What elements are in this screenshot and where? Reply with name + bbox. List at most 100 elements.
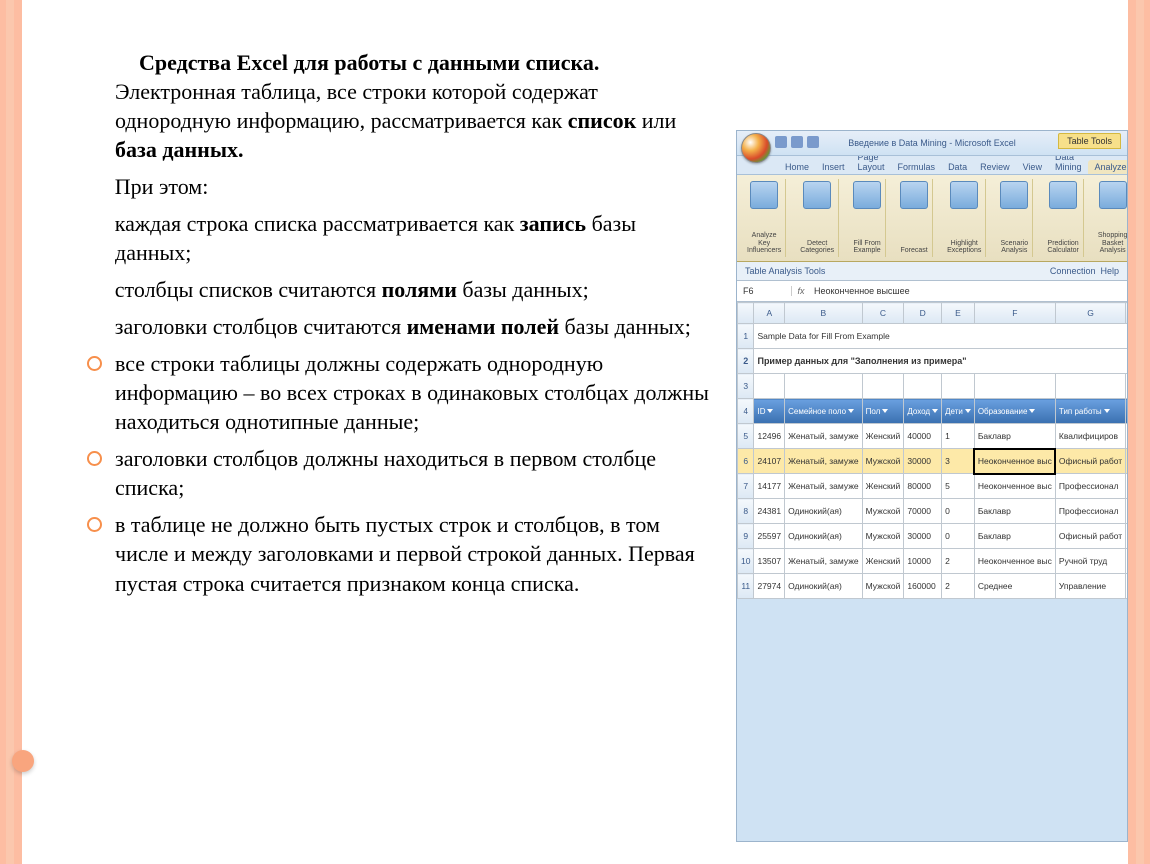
col-header[interactable]: E — [942, 303, 975, 324]
cell[interactable]: 13507 — [754, 549, 785, 574]
table-header-cell[interactable]: Тип работы — [1055, 399, 1125, 424]
col-header[interactable]: F — [974, 303, 1055, 324]
cell[interactable]: Мужской — [862, 449, 904, 474]
cell[interactable]: Мужской — [862, 574, 904, 599]
table-header-cell[interactable]: ID — [754, 399, 785, 424]
cell[interactable]: 10000 — [904, 549, 942, 574]
cell[interactable]: 80000 — [904, 474, 942, 499]
ribbon-tab-home[interactable]: Home — [779, 160, 815, 174]
ribbon-icon[interactable] — [1000, 181, 1028, 209]
cell[interactable]: 24381 — [754, 499, 785, 524]
cell[interactable]: Баклавр — [974, 424, 1055, 449]
subbar-connection[interactable]: Connection — [1050, 266, 1096, 276]
cell[interactable]: Да — [1126, 499, 1128, 524]
ribbon-group[interactable]: Analyze Key Influencers — [743, 179, 786, 257]
ribbon-group[interactable]: Fill From Example — [849, 179, 886, 257]
table-header-cell[interactable]: Доход — [904, 399, 942, 424]
cell[interactable]: Да — [1126, 449, 1128, 474]
sheet-title-1[interactable]: Sample Data for Fill From Example — [754, 324, 1128, 349]
quick-access-toolbar[interactable] — [775, 136, 819, 148]
cell[interactable]: Баклавр — [974, 524, 1055, 549]
col-header[interactable]: D — [904, 303, 942, 324]
table-header-cell[interactable]: Образование — [974, 399, 1055, 424]
cell[interactable]: 1 — [942, 424, 975, 449]
ribbon-icon[interactable] — [750, 181, 778, 209]
fx-icon[interactable]: fx — [792, 286, 810, 296]
subbar-help[interactable]: Help — [1100, 266, 1119, 276]
ribbon-icon[interactable] — [1049, 181, 1077, 209]
cell[interactable]: Женатый, замуже — [785, 474, 863, 499]
cell[interactable]: 2 — [942, 574, 975, 599]
cell[interactable]: Ручной труд — [1055, 549, 1125, 574]
cell[interactable]: Управление — [1055, 574, 1125, 599]
cell[interactable]: Профессионал — [1055, 474, 1125, 499]
col-header[interactable]: H — [1126, 303, 1128, 324]
cell[interactable]: 5 — [942, 474, 975, 499]
cell[interactable]: Офисный работ — [1055, 524, 1125, 549]
cell[interactable]: 40000 — [904, 424, 942, 449]
table-header-cell[interactable]: Дети — [942, 399, 975, 424]
cell[interactable]: Профессионал — [1055, 499, 1125, 524]
cell[interactable]: Одинокий(ая) — [785, 524, 863, 549]
cell[interactable]: Баклавр — [974, 499, 1055, 524]
cell[interactable]: Да — [1126, 424, 1128, 449]
ribbon-group[interactable]: Scenario Analysis — [996, 179, 1033, 257]
cell[interactable]: Женский — [862, 424, 904, 449]
col-header[interactable]: B — [785, 303, 863, 324]
cell[interactable]: 24107 — [754, 449, 785, 474]
cell[interactable]: 3 — [942, 449, 975, 474]
cell[interactable]: 27974 — [754, 574, 785, 599]
ribbon-tab-insert[interactable]: Insert — [816, 160, 851, 174]
cell[interactable]: Офисный работ — [1055, 449, 1125, 474]
ribbon-tab-view[interactable]: View — [1017, 160, 1048, 174]
col-header[interactable]: C — [862, 303, 904, 324]
cell[interactable]: Среднее — [974, 574, 1055, 599]
name-box[interactable]: F6 — [737, 286, 792, 296]
ribbon-icon[interactable] — [803, 181, 831, 209]
cell[interactable]: Мужской — [862, 524, 904, 549]
cell[interactable]: Квалифициров — [1055, 424, 1125, 449]
table-header-cell[interactable]: Семейное поло — [785, 399, 863, 424]
table-header-cell[interactable]: Пол — [862, 399, 904, 424]
ribbon-tab-data[interactable]: Data — [942, 160, 973, 174]
formula-value[interactable]: Неоконченное высшее — [810, 286, 1127, 296]
cell[interactable]: 0 — [942, 524, 975, 549]
col-header[interactable]: A — [754, 303, 785, 324]
table-tools-tab[interactable]: Table Tools — [1058, 133, 1121, 149]
cell[interactable]: Женский — [862, 549, 904, 574]
cell[interactable]: Неоконченное выс — [974, 549, 1055, 574]
cell[interactable]: Одинокий(ая) — [785, 499, 863, 524]
cell[interactable]: Неоконченное выс — [974, 474, 1055, 499]
sheet-title-2[interactable]: Пример данных для "Заполнения из примера… — [754, 349, 1128, 374]
cell[interactable]: 12496 — [754, 424, 785, 449]
ribbon-tab-formulas[interactable]: Formulas — [892, 160, 942, 174]
cell[interactable]: Неоконченное выс — [974, 449, 1055, 474]
ribbon-tab-review[interactable]: Review — [974, 160, 1016, 174]
ribbon-tab-analyze[interactable]: Analyze — [1088, 160, 1128, 174]
table-header-cell[interactable]: Владеет дом — [1126, 399, 1128, 424]
ribbon-icon[interactable] — [950, 181, 978, 209]
cell[interactable]: 14177 — [754, 474, 785, 499]
cell[interactable]: 30000 — [904, 524, 942, 549]
cell[interactable]: 0 — [942, 499, 975, 524]
cell[interactable]: Мужской — [862, 499, 904, 524]
cell[interactable]: Нет — [1126, 474, 1128, 499]
cell[interactable]: 2 — [942, 549, 975, 574]
cell[interactable]: 30000 — [904, 449, 942, 474]
office-button-icon[interactable] — [741, 133, 771, 163]
cell[interactable]: Женатый, замуже — [785, 449, 863, 474]
cell[interactable]: Да — [1126, 549, 1128, 574]
ribbon-group[interactable]: Shopping Basket Analysis — [1094, 179, 1128, 257]
ribbon-group[interactable]: Prediction Calculator — [1043, 179, 1084, 257]
cell[interactable]: 160000 — [904, 574, 942, 599]
ribbon-icon[interactable] — [853, 181, 881, 209]
ribbon-group[interactable]: Forecast — [896, 179, 933, 257]
ribbon-group[interactable]: Highlight Exceptions — [943, 179, 986, 257]
cell[interactable]: Женский — [862, 474, 904, 499]
cell[interactable]: Да — [1126, 574, 1128, 599]
cell[interactable]: 25597 — [754, 524, 785, 549]
spreadsheet-grid[interactable]: ABCDEFGH1Sample Data for Fill From Examp… — [737, 302, 1127, 599]
cell[interactable]: 70000 — [904, 499, 942, 524]
ribbon-group[interactable]: Detect Categories — [796, 179, 839, 257]
ribbon-icon[interactable] — [900, 181, 928, 209]
